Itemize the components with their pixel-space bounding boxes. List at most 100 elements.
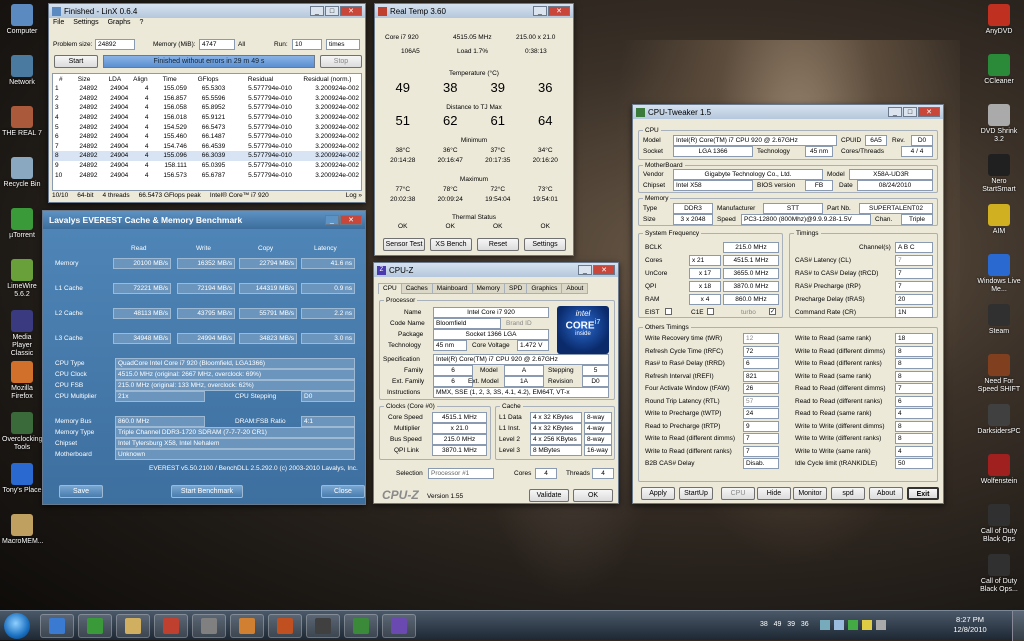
- column-header[interactable]: Residual: [227, 74, 294, 84]
- desktop-icon[interactable]: Steam: [976, 304, 1022, 336]
- taskbar-app[interactable]: [192, 614, 226, 638]
- xs-bench-button[interactable]: XS Bench: [430, 238, 472, 251]
- column-header[interactable]: #: [53, 74, 69, 84]
- desktop-icon[interactable]: Recycle Bin: [2, 157, 42, 189]
- tab-spd[interactable]: SPD: [503, 283, 528, 294]
- column-header[interactable]: Align: [130, 74, 150, 84]
- log-button[interactable]: Log »: [346, 192, 362, 202]
- desktop-icon[interactable]: AnyDVD: [976, 4, 1022, 36]
- close-button[interactable]: ✕: [340, 6, 362, 16]
- desktop-icon[interactable]: Windows Live Me...: [976, 254, 1022, 294]
- tw-uncore-mult[interactable]: x 17: [689, 268, 721, 279]
- tw-qpi-mult[interactable]: x 18: [689, 281, 721, 292]
- stop-button[interactable]: Stop: [320, 55, 362, 68]
- start-button[interactable]: Start: [54, 55, 98, 68]
- tw-tras-select[interactable]: 20: [895, 294, 933, 305]
- tw-trp-select[interactable]: 7: [895, 281, 933, 292]
- desktop-icon[interactable]: Tony's Place: [2, 463, 42, 495]
- desktop-icon[interactable]: Network: [2, 55, 42, 87]
- tab-caches[interactable]: Caches: [400, 283, 433, 294]
- table-row[interactable]: 1 24892 24904 4 155.059 65.5303 5.577794e-010 3…: [53, 84, 361, 94]
- cpuz-titlebar[interactable]: Z CPU-Z _ ✕: [374, 263, 618, 277]
- timing-select[interactable]: 8: [895, 420, 933, 432]
- realtemp-titlebar[interactable]: Real Temp 3.60 _ ✕: [375, 4, 573, 18]
- table-row[interactable]: 4 24892 24904 4 156.018 65.9121 5.577794e-010 3…: [53, 113, 361, 123]
- tw-eist-checkbox[interactable]: [665, 308, 672, 315]
- timing-select[interactable]: 9: [743, 420, 779, 432]
- table-row[interactable]: 8 24892 24904 4 155.096 66.3039 5.577794e-010 3…: [53, 151, 361, 161]
- taskbar-app[interactable]: [344, 614, 378, 638]
- taskbar-app[interactable]: [40, 614, 74, 638]
- speaker-icon[interactable]: [876, 620, 886, 630]
- desktop-icon[interactable]: DarksidersPC: [976, 404, 1022, 436]
- maximize-button[interactable]: □: [903, 107, 917, 117]
- close-button[interactable]: ✕: [340, 215, 362, 225]
- tw-cl-select[interactable]: 7: [895, 255, 933, 266]
- reset-button[interactable]: Reset: [477, 238, 519, 251]
- timing-select[interactable]: 8: [895, 345, 933, 357]
- taskbar-app[interactable]: [154, 614, 188, 638]
- timing-select[interactable]: 821: [743, 370, 779, 382]
- desktop-icon[interactable]: CCleaner: [976, 54, 1022, 86]
- timing-select[interactable]: 8: [895, 433, 933, 444]
- monitor-button[interactable]: Monitor: [793, 487, 827, 500]
- menu-graphs[interactable]: Graphs: [108, 19, 131, 29]
- timing-select[interactable]: 4: [895, 445, 933, 457]
- timing-select[interactable]: 57: [743, 395, 779, 407]
- table-row[interactable]: 6 24892 24904 4 155.460 66.1487 5.577794e-010 3…: [53, 132, 361, 142]
- tw-trcd-select[interactable]: 7: [895, 268, 933, 279]
- menu-help[interactable]: ?: [140, 19, 144, 29]
- tw-cores-mult[interactable]: x 21: [689, 255, 721, 266]
- run-input[interactable]: 10: [292, 39, 322, 50]
- close-button[interactable]: ✕: [548, 6, 570, 16]
- minimize-button[interactable]: _: [533, 6, 547, 16]
- table-row[interactable]: 7 24892 24904 4 154.746 66.4539 5.577794e-010 3…: [53, 142, 361, 152]
- desktop-icon[interactable]: µTorrent: [2, 208, 42, 240]
- tab-memory[interactable]: Memory: [471, 283, 505, 294]
- desktop-icon[interactable]: Media Player Classic: [2, 310, 42, 358]
- ok-button[interactable]: OK: [573, 489, 613, 502]
- taskbar-app[interactable]: [230, 614, 264, 638]
- save-button[interactable]: Save: [59, 485, 103, 498]
- table-row[interactable]: 10 24892 24904 4 156.573 65.6787 5.577794e-010…: [53, 170, 361, 180]
- close-button[interactable]: ✕: [593, 265, 615, 275]
- network-icon[interactable]: [820, 620, 830, 630]
- taskbar-app[interactable]: [116, 614, 150, 638]
- desktop-icon[interactable]: AIM: [976, 204, 1022, 236]
- desktop-icon[interactable]: Mozilla Firefox: [2, 361, 42, 401]
- tw-ram-mult[interactable]: x 4: [689, 294, 721, 305]
- show-desktop-button[interactable]: [1012, 611, 1024, 641]
- hide-button[interactable]: Hide: [757, 487, 791, 500]
- all-checkbox-label[interactable]: All: [238, 40, 245, 49]
- menu-settings[interactable]: Settings: [73, 19, 98, 29]
- tw-channel-select[interactable]: A B C: [895, 242, 933, 253]
- timing-select[interactable]: 7: [743, 445, 779, 457]
- validate-button[interactable]: Validate: [529, 489, 569, 502]
- column-header[interactable]: Time: [150, 74, 188, 84]
- everest-titlebar[interactable]: Lavalys EVEREST Cache & Memory Benchmark…: [43, 211, 365, 229]
- minimize-button[interactable]: _: [325, 215, 339, 225]
- desktop-icon[interactable]: THE REAL 7: [2, 106, 42, 138]
- timing-select[interactable]: 72: [743, 345, 779, 357]
- flag-icon[interactable]: [862, 620, 872, 630]
- selection-select[interactable]: Processor #1: [428, 468, 494, 479]
- tab-graphics[interactable]: Graphics: [526, 283, 563, 294]
- start-orb[interactable]: [4, 613, 30, 639]
- about-button[interactable]: About: [869, 487, 903, 500]
- memory-input[interactable]: 4747: [199, 39, 235, 50]
- minimize-button[interactable]: _: [888, 107, 902, 117]
- close-button[interactable]: ✕: [918, 107, 940, 117]
- timing-select[interactable]: 6: [895, 395, 933, 407]
- clock[interactable]: 8:27 PM 12/8/2010: [950, 615, 990, 635]
- timing-select[interactable]: 24: [743, 408, 779, 419]
- taskbar-app[interactable]: [382, 614, 416, 638]
- timing-select[interactable]: 7: [743, 433, 779, 444]
- desktop-icon[interactable]: Call of Duty Black Ops: [976, 504, 1022, 544]
- column-header[interactable]: Residual (norm.): [294, 74, 361, 84]
- column-header[interactable]: Size: [69, 74, 100, 84]
- problem-size-input[interactable]: 24892: [95, 39, 135, 50]
- taskbar-app[interactable]: [78, 614, 112, 638]
- run-unit-select[interactable]: times: [326, 39, 360, 50]
- apply-button[interactable]: Apply: [641, 487, 675, 500]
- tab-mainboard[interactable]: Mainboard: [431, 283, 473, 294]
